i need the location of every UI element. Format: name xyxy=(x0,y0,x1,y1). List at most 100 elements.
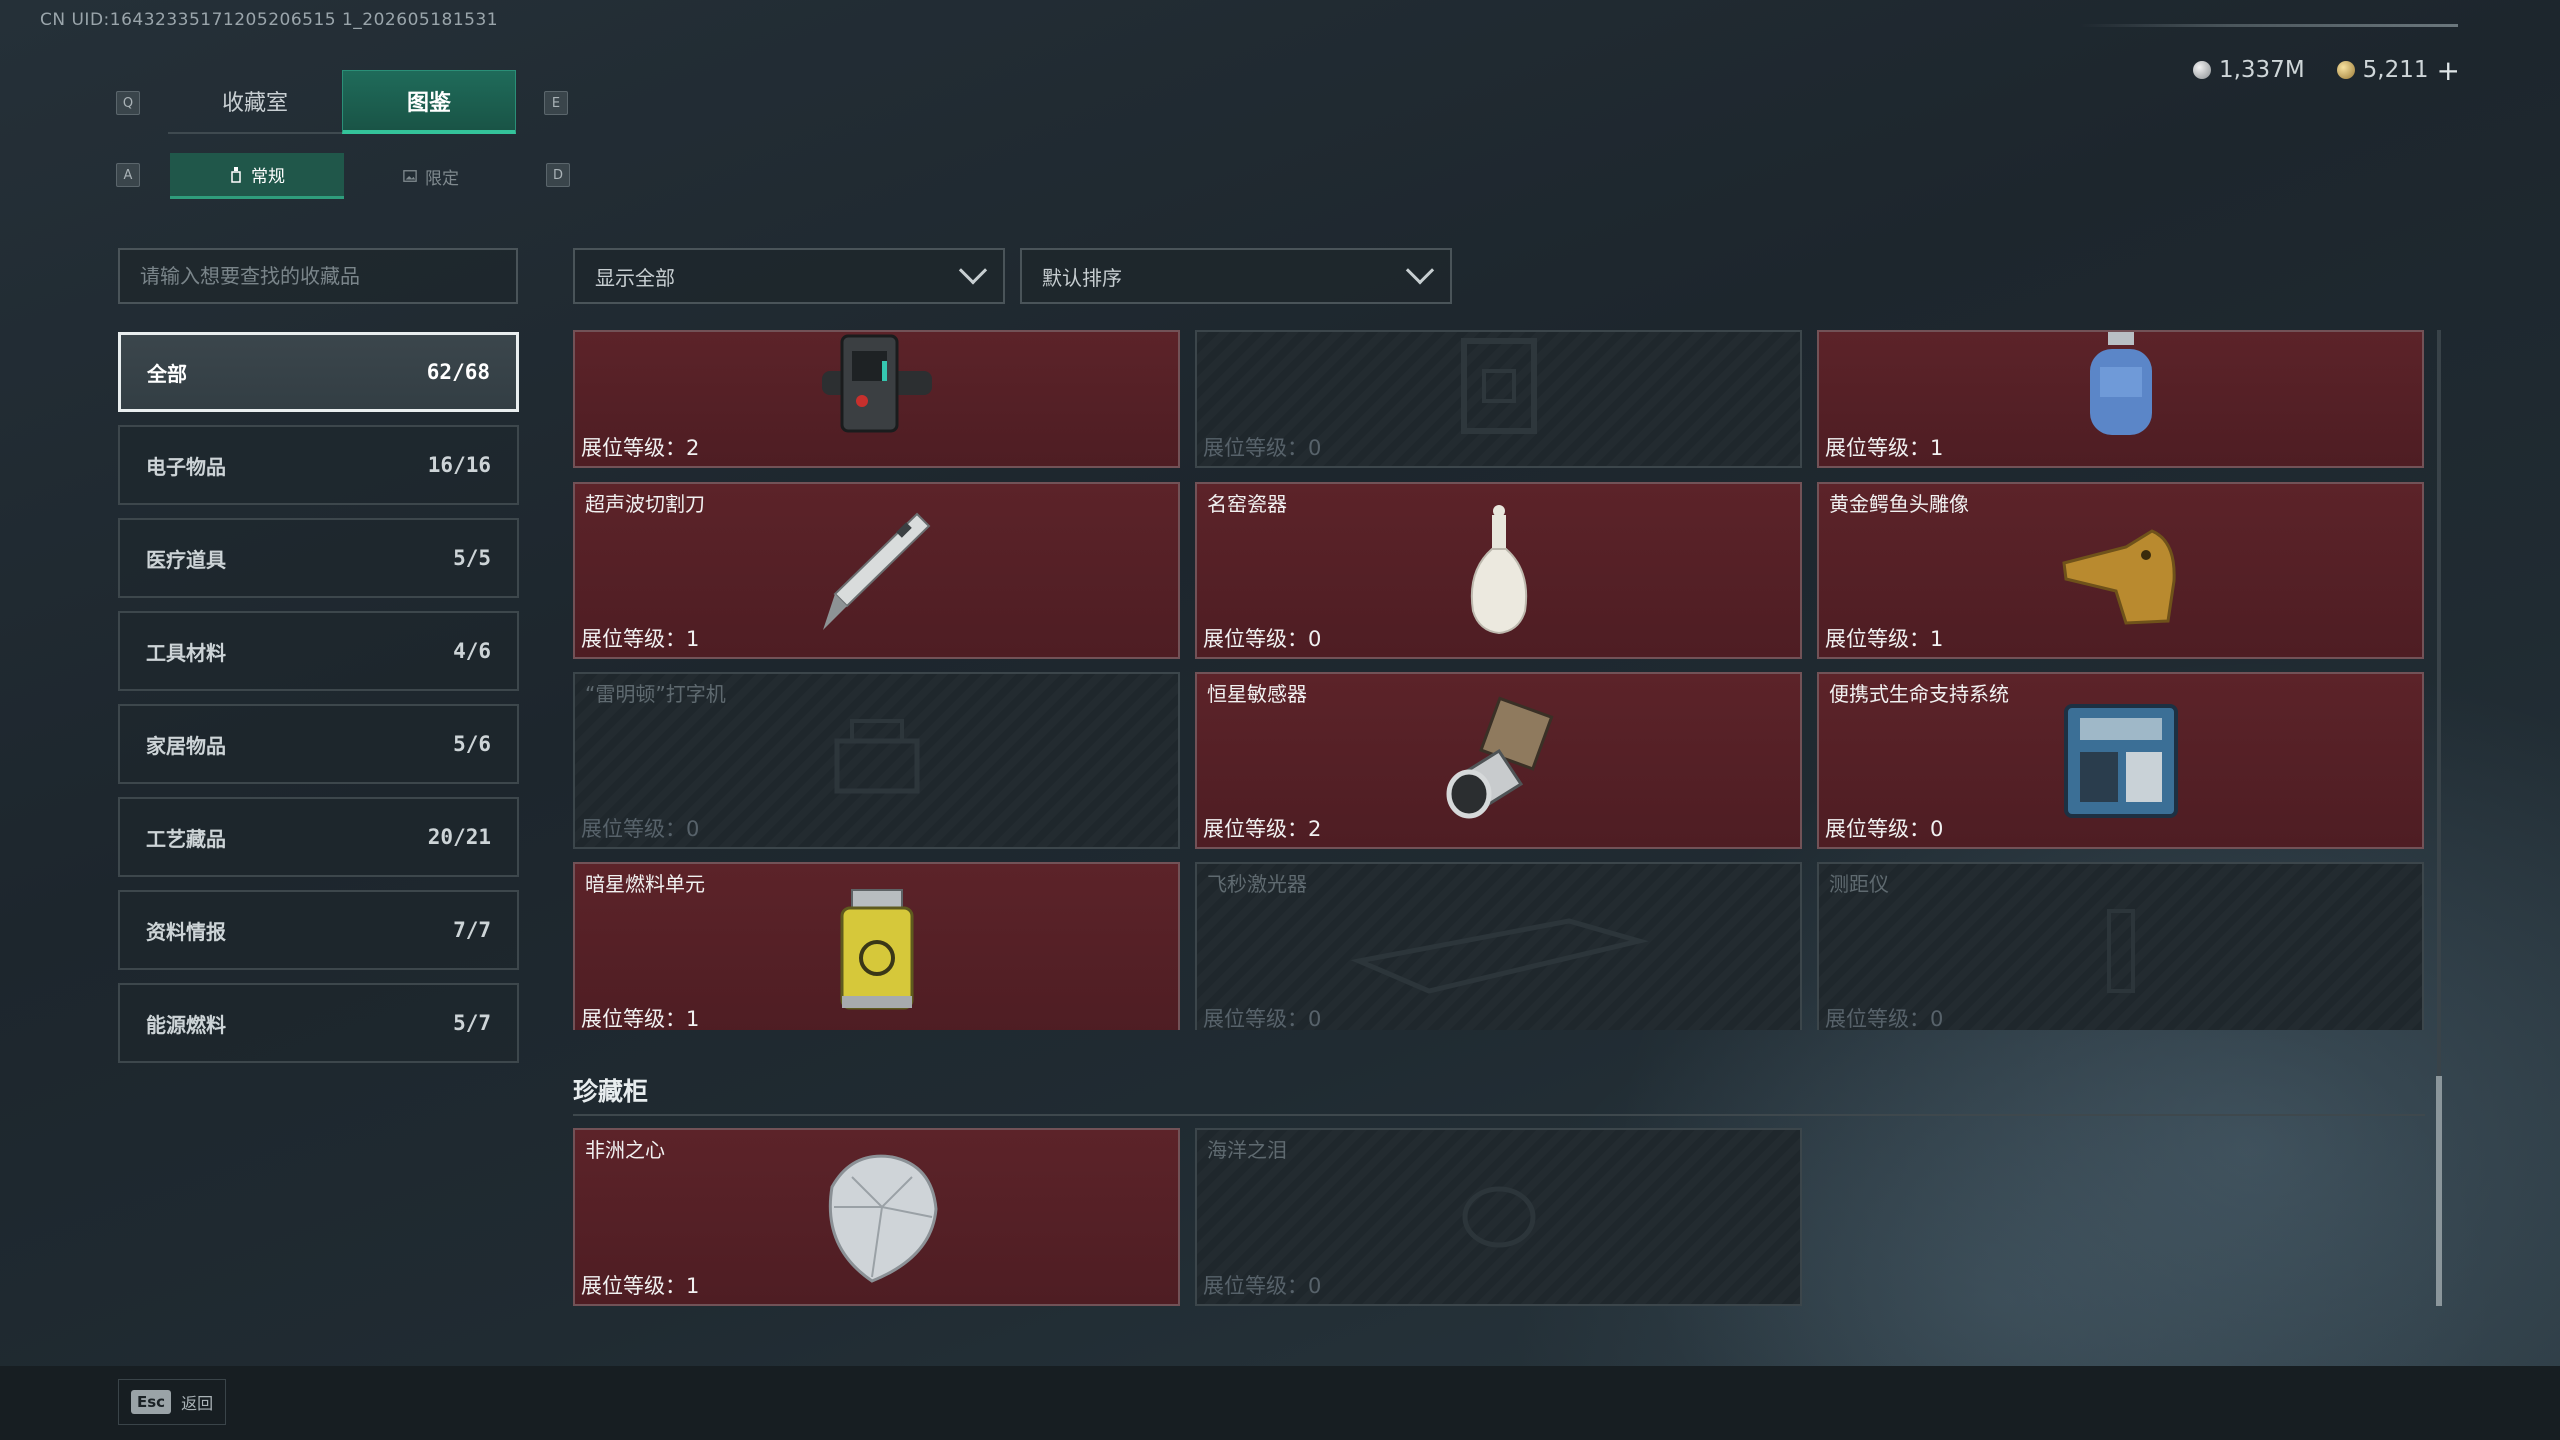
item-card[interactable]: 展位等级：2 xyxy=(573,330,1180,468)
item-name: 非洲之心 xyxy=(585,1138,665,1162)
uid-label: CN UID:16432335171205206515 1_2026051815… xyxy=(40,10,499,30)
filter-dropdown[interactable]: 显示全部 xyxy=(573,248,1005,304)
category-count: 5/7 xyxy=(453,1011,491,1035)
category-label: 工艺藏品 xyxy=(146,826,226,851)
item-card[interactable]: 恒星敏感器 展位等级：2 xyxy=(1195,672,1802,849)
gold-coin-icon xyxy=(2336,61,2355,79)
item-level: 展位等级：1 xyxy=(1825,627,1944,651)
cutting-knife-icon xyxy=(822,512,930,630)
item-card[interactable]: “雷明顿”打字机 展位等级：0 xyxy=(573,672,1180,849)
gem-icon xyxy=(1462,1186,1535,1248)
rangefinder-icon xyxy=(2106,908,2135,993)
item-level: 展位等级：0 xyxy=(1825,817,1944,841)
sort-dropdown[interactable]: 默认排序 xyxy=(1020,248,1452,304)
prev-tab-key[interactable]: Q xyxy=(116,91,140,115)
sub-tabs: 常规 限定 xyxy=(170,153,518,199)
sort-dropdown-value: 默认排序 xyxy=(1042,265,1122,290)
category-medical[interactable]: 医疗道具 5/5 xyxy=(118,518,519,598)
category-count: 7/7 xyxy=(453,918,491,942)
category-count: 5/6 xyxy=(453,732,491,756)
item-card[interactable]: 名窑瓷器 展位等级：0 xyxy=(1195,482,1802,659)
typewriter-icon xyxy=(834,718,919,793)
item-card[interactable]: 黄金鳄鱼头雕像 展位等级：1 xyxy=(1817,482,2424,659)
top-divider xyxy=(2080,24,2458,27)
item-card[interactable]: 展位等级：1 xyxy=(1817,330,2424,468)
chevron-down-icon xyxy=(1405,256,1435,285)
porcelain-vase-icon xyxy=(1470,504,1527,634)
category-label: 资料情报 xyxy=(146,919,226,944)
category-label: 全部 xyxy=(147,361,187,386)
main-tabs: 收藏室 图鉴 xyxy=(168,70,516,134)
item-grid: 展位等级：2 展位等级：0 展位等级：1 超声波切割刀 展位等级：1 名窑瓷器 xyxy=(573,330,2425,1030)
treasure-card[interactable]: 海洋之泪 展位等级：0 xyxy=(1195,1128,1802,1306)
filter-dropdown-value: 显示全部 xyxy=(595,265,675,290)
item-name: 海洋之泪 xyxy=(1207,1138,1287,1162)
category-all[interactable]: 全部 62/68 xyxy=(118,332,519,412)
item-name: 暗星燃料单元 xyxy=(585,872,705,896)
item-level: 展位等级：1 xyxy=(581,627,700,651)
item-level: 展位等级：0 xyxy=(1825,1007,1944,1030)
treasure-grid: 非洲之心 展位等级：1 海洋之泪 展位等级：0 xyxy=(573,1128,2425,1306)
item-level: 展位等级：0 xyxy=(1203,1274,1322,1298)
item-card[interactable]: 超声波切割刀 展位等级：1 xyxy=(573,482,1180,659)
silver-currency: 1,337M xyxy=(2192,57,2305,83)
scrollbar-thumb[interactable] xyxy=(2436,1076,2442,1306)
item-level: 展位等级：0 xyxy=(1203,436,1322,460)
add-currency-button[interactable]: + xyxy=(2437,54,2460,87)
subtab-regular-label: 常规 xyxy=(251,167,285,187)
category-household[interactable]: 家居物品 5/6 xyxy=(118,704,519,784)
silver-amount: 1,337M xyxy=(2218,57,2305,83)
subtab-regular[interactable]: 常规 xyxy=(170,153,344,199)
item-card[interactable]: 测距仪 展位等级：0 xyxy=(1817,862,2424,1030)
item-name: 黄金鳄鱼头雕像 xyxy=(1829,492,1969,516)
currency-bar: 1,337M 5,211 + xyxy=(2080,52,2460,88)
category-energy[interactable]: 能源燃料 5/7 xyxy=(118,983,519,1063)
box-icon xyxy=(1460,337,1537,434)
item-level: 展位等级：1 xyxy=(581,1274,700,1298)
category-crafts[interactable]: 工艺藏品 20/21 xyxy=(118,797,519,877)
item-card[interactable]: 展位等级：0 xyxy=(1195,330,1802,468)
chevron-down-icon xyxy=(958,256,988,285)
category-count: 5/5 xyxy=(453,546,491,570)
tab-catalog[interactable]: 图鉴 xyxy=(342,70,516,134)
search-input[interactable] xyxy=(118,248,518,304)
subtab-limited-label: 限定 xyxy=(425,168,459,189)
item-card[interactable]: 飞秒激光器 展位等级：0 xyxy=(1195,862,1802,1030)
next-tab-key[interactable]: E xyxy=(544,91,568,115)
item-name: 飞秒激光器 xyxy=(1207,872,1307,896)
prev-subtab-key[interactable]: A xyxy=(116,163,140,187)
item-level: 展位等级：0 xyxy=(1203,627,1322,651)
back-button[interactable]: Esc 返回 xyxy=(118,1379,226,1425)
image-icon xyxy=(403,170,417,182)
item-card[interactable]: 暗星燃料单元 展位等级：1 xyxy=(573,862,1180,1030)
tab-collection-room[interactable]: 收藏室 xyxy=(168,70,342,134)
category-label: 电子物品 xyxy=(146,454,226,479)
bottle-icon xyxy=(231,166,241,183)
item-level: 展位等级：1 xyxy=(1825,436,1944,460)
item-card[interactable]: 便携式生命支持系统 展位等级：0 xyxy=(1817,672,2424,849)
item-name: 超声波切割刀 xyxy=(585,492,705,516)
gold-crocodile-icon xyxy=(2061,528,2176,625)
item-name: “雷明顿”打字机 xyxy=(585,682,726,706)
item-name: 便携式生命支持系统 xyxy=(1829,682,2009,706)
category-label: 能源燃料 xyxy=(146,1012,226,1037)
section-divider xyxy=(573,1114,2425,1116)
category-tools[interactable]: 工具材料 4/6 xyxy=(118,611,519,691)
item-level: 展位等级：2 xyxy=(1203,817,1322,841)
category-label: 工具材料 xyxy=(146,640,226,665)
subtab-limited[interactable]: 限定 xyxy=(344,153,518,199)
category-list: 全部 62/68 电子物品 16/16 医疗道具 5/5 工具材料 4/6 家居物品 5/… xyxy=(118,332,519,1076)
category-label: 家居物品 xyxy=(146,733,226,758)
category-label: 医疗道具 xyxy=(146,547,226,572)
category-electronics[interactable]: 电子物品 16/16 xyxy=(118,425,519,505)
treasure-card[interactable]: 非洲之心 展位等级：1 xyxy=(573,1128,1180,1306)
next-subtab-key[interactable]: D xyxy=(546,163,570,187)
life-support-icon xyxy=(2063,703,2178,818)
category-intel[interactable]: 资料情报 7/7 xyxy=(118,890,519,970)
category-count: 16/16 xyxy=(427,453,491,477)
watch-device-icon xyxy=(821,334,932,433)
esc-key: Esc xyxy=(131,1390,172,1414)
section-title: 珍藏柜 xyxy=(573,1077,649,1106)
silver-coin-icon xyxy=(2192,61,2211,79)
gas-canister-icon xyxy=(2089,332,2152,435)
